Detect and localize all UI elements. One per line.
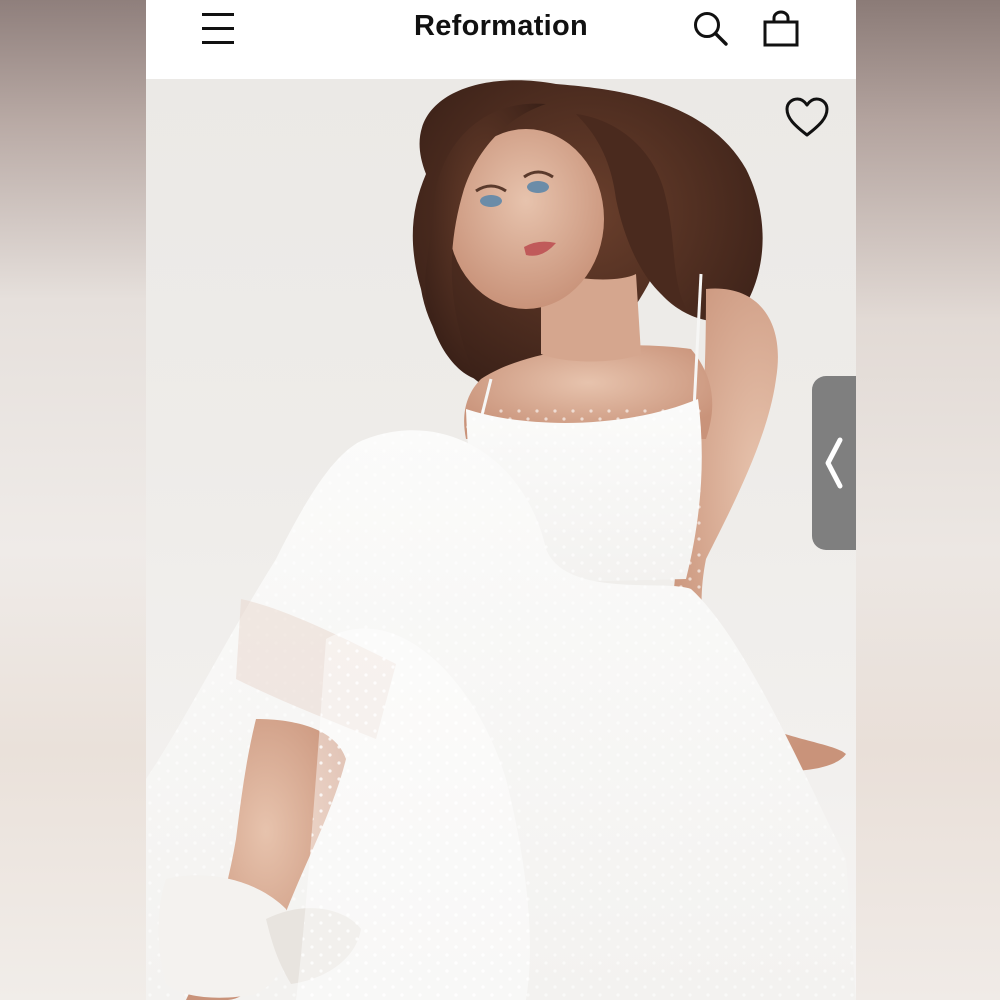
- menu-button[interactable]: [202, 13, 234, 45]
- gallery-panel-toggle[interactable]: [812, 376, 856, 550]
- favorite-button[interactable]: [782, 94, 832, 140]
- heart-outline-icon: [785, 97, 829, 137]
- blurred-backdrop-right: [856, 0, 1000, 1000]
- brand-logo[interactable]: Reformation: [146, 10, 856, 43]
- shopping-bag-button[interactable]: [761, 9, 801, 49]
- chevron-left-icon: [825, 437, 843, 489]
- product-photo: [146, 80, 856, 1000]
- product-hero-image[interactable]: [146, 79, 856, 1000]
- phone-screen: Reformation: [146, 0, 856, 1000]
- hamburger-menu-icon: [202, 13, 234, 16]
- site-header: Reformation: [146, 0, 856, 79]
- hamburger-line: [202, 41, 234, 44]
- search-icon: [694, 12, 728, 46]
- hamburger-line: [202, 27, 234, 30]
- blurred-backdrop-left: [0, 0, 146, 1000]
- shopping-bag-icon: [763, 10, 799, 47]
- search-button[interactable]: [691, 9, 731, 49]
